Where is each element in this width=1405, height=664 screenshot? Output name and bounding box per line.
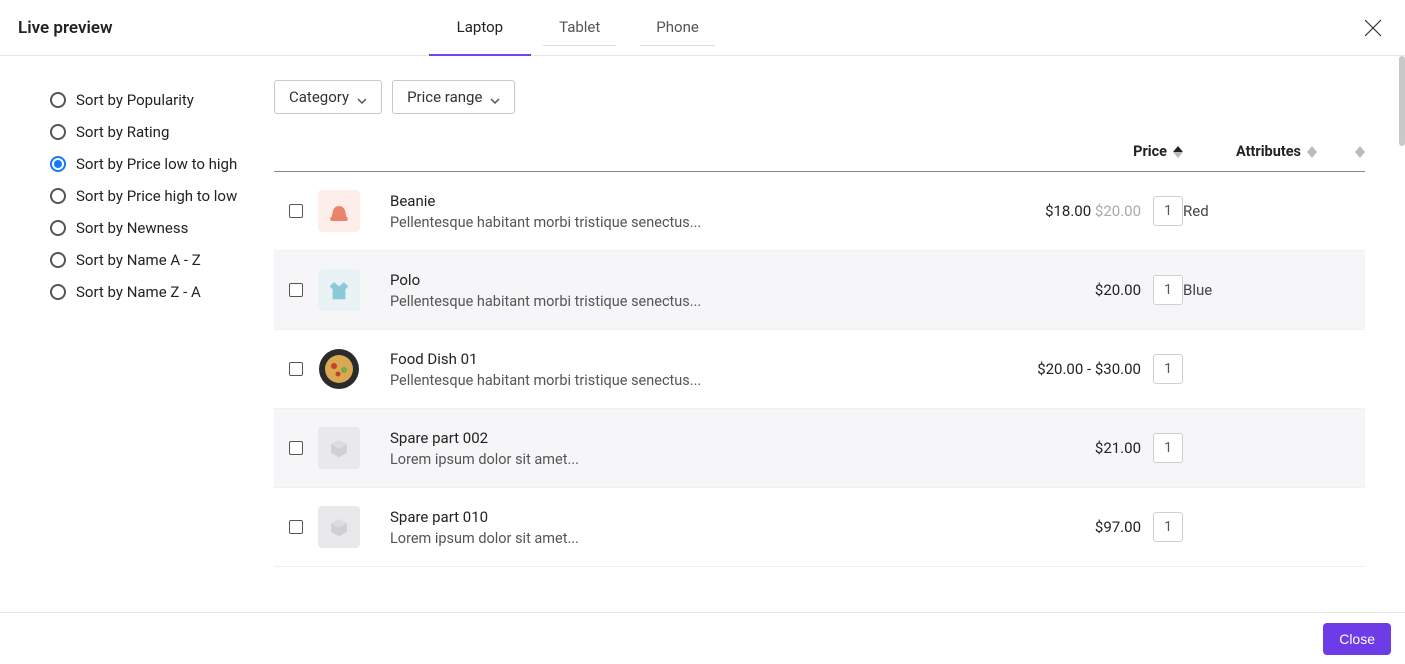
product-thumb <box>318 190 360 232</box>
product-name: Spare part 010 <box>390 508 1003 526</box>
row-checkbox[interactable] <box>289 204 303 218</box>
product-desc: Pellentesque habitant morbi tristique se… <box>390 372 1003 389</box>
sort-arrows-price <box>1173 146 1183 158</box>
chevron-down-icon <box>490 92 500 102</box>
sort-option[interactable]: Sort by Newness <box>50 212 274 244</box>
price-value: $20.00 - $30.00 <box>1037 360 1141 378</box>
product-name: Beanie <box>390 192 1003 210</box>
row-checkbox[interactable] <box>289 441 303 455</box>
price-value: $97.00 <box>1095 518 1141 536</box>
sort-option-label: Sort by Name A - Z <box>76 251 201 269</box>
product-thumb <box>318 348 360 390</box>
device-tab-label: Phone <box>656 18 699 36</box>
price-range-filter-label: Price range <box>407 88 482 106</box>
quantity-input[interactable]: 1 <box>1153 433 1183 463</box>
quantity-input[interactable]: 1 <box>1153 354 1183 384</box>
device-tab-label: Tablet <box>559 18 600 36</box>
sort-option[interactable]: Sort by Price high to low <box>50 180 274 212</box>
product-thumb <box>318 506 360 548</box>
table-row: Beanie Pellentesque habitant morbi tristi… <box>274 172 1365 251</box>
quantity-input[interactable]: 1 <box>1153 512 1183 542</box>
sort-option-label: Sort by Popularity <box>76 91 194 109</box>
product-name: Polo <box>390 271 1003 289</box>
quantity-input[interactable]: 1 <box>1153 196 1183 226</box>
close-button[interactable]: Close <box>1323 623 1391 655</box>
sort-option[interactable]: Sort by Price low to high <box>50 148 274 180</box>
radio-icon <box>50 156 66 172</box>
sort-option-label: Sort by Name Z - A <box>76 283 201 301</box>
device-tab-tablet[interactable]: Tablet <box>531 0 628 56</box>
table-row: Spare part 010 Lorem ipsum dolor sit amet… <box>274 488 1365 567</box>
table-row: Polo Pellentesque habitant morbi tristiqu… <box>274 251 1365 330</box>
table-header: Price Attributes <box>274 132 1365 172</box>
radio-icon <box>50 252 66 268</box>
content-area: Category Price range Price Attributes <box>274 80 1365 612</box>
sort-option[interactable]: Sort by Name A - Z <box>50 244 274 276</box>
sort-sidebar: Sort by Popularity Sort by Rating Sort by … <box>50 80 274 612</box>
sort-option-label: Sort by Newness <box>76 219 188 237</box>
column-attributes-label: Attributes <box>1236 143 1301 160</box>
price-value: $18.00 <box>1045 202 1091 220</box>
sort-option-label: Sort by Rating <box>76 123 169 141</box>
attribute-value: Blue <box>1183 281 1317 299</box>
main: Sort by Popularity Sort by Rating Sort by … <box>0 56 1405 612</box>
radio-icon <box>50 124 66 140</box>
attribute-value: Red <box>1183 202 1317 220</box>
footer: Close <box>0 612 1405 664</box>
quantity-input[interactable]: 1 <box>1153 275 1183 305</box>
table-row: Spare part 002 Lorem ipsum dolor sit amet… <box>274 409 1365 488</box>
radio-icon <box>50 220 66 236</box>
price-old: $20.00 <box>1091 202 1141 220</box>
product-name: Spare part 002 <box>390 429 1003 447</box>
header: Live preview Laptop Tablet Phone <box>0 0 1405 56</box>
category-filter[interactable]: Category <box>274 80 382 114</box>
product-desc: Pellentesque habitant morbi tristique se… <box>390 293 1003 310</box>
row-checkbox[interactable] <box>289 283 303 297</box>
table-body: Beanie Pellentesque habitant morbi tristi… <box>274 172 1365 567</box>
device-tab-laptop[interactable]: Laptop <box>429 0 531 56</box>
column-extra[interactable] <box>1317 146 1365 158</box>
column-price-label: Price <box>1133 143 1167 160</box>
sort-option[interactable]: Sort by Name Z - A <box>50 276 274 308</box>
radio-icon <box>50 92 66 108</box>
row-checkbox[interactable] <box>289 362 303 376</box>
device-tab-phone[interactable]: Phone <box>628 0 727 56</box>
category-filter-label: Category <box>289 88 349 106</box>
product-desc: Lorem ipsum dolor sit amet... <box>390 530 1003 547</box>
row-checkbox[interactable] <box>289 520 303 534</box>
sort-option-label: Sort by Price high to low <box>76 187 237 205</box>
column-price[interactable]: Price <box>1003 143 1183 160</box>
close-icon[interactable] <box>1359 14 1387 42</box>
price-value: $20.00 <box>1095 281 1141 299</box>
sort-option[interactable]: Sort by Rating <box>50 116 274 148</box>
chevron-down-icon <box>357 92 367 102</box>
sort-arrows-extra <box>1355 146 1365 158</box>
sort-option[interactable]: Sort by Popularity <box>50 84 274 116</box>
product-thumb <box>318 427 360 469</box>
table-row: Food Dish 01 Pellentesque habitant morbi … <box>274 330 1365 409</box>
product-desc: Pellentesque habitant morbi tristique se… <box>390 214 1003 231</box>
radio-icon <box>50 188 66 204</box>
price-range-filter[interactable]: Price range <box>392 80 515 114</box>
radio-icon <box>50 284 66 300</box>
device-tab-label: Laptop <box>457 18 503 36</box>
page-title: Live preview <box>18 18 113 38</box>
product-thumb <box>318 269 360 311</box>
scrollbar[interactable] <box>1399 56 1405 146</box>
sort-option-label: Sort by Price low to high <box>76 155 237 173</box>
device-tabs: Laptop Tablet Phone <box>429 0 727 56</box>
filters-row: Category Price range <box>274 80 1365 114</box>
price-value: $21.00 <box>1095 439 1141 457</box>
column-attributes[interactable]: Attributes <box>1183 143 1317 160</box>
product-name: Food Dish 01 <box>390 350 1003 368</box>
product-desc: Lorem ipsum dolor sit amet... <box>390 451 1003 468</box>
sort-arrows-attributes <box>1307 146 1317 158</box>
